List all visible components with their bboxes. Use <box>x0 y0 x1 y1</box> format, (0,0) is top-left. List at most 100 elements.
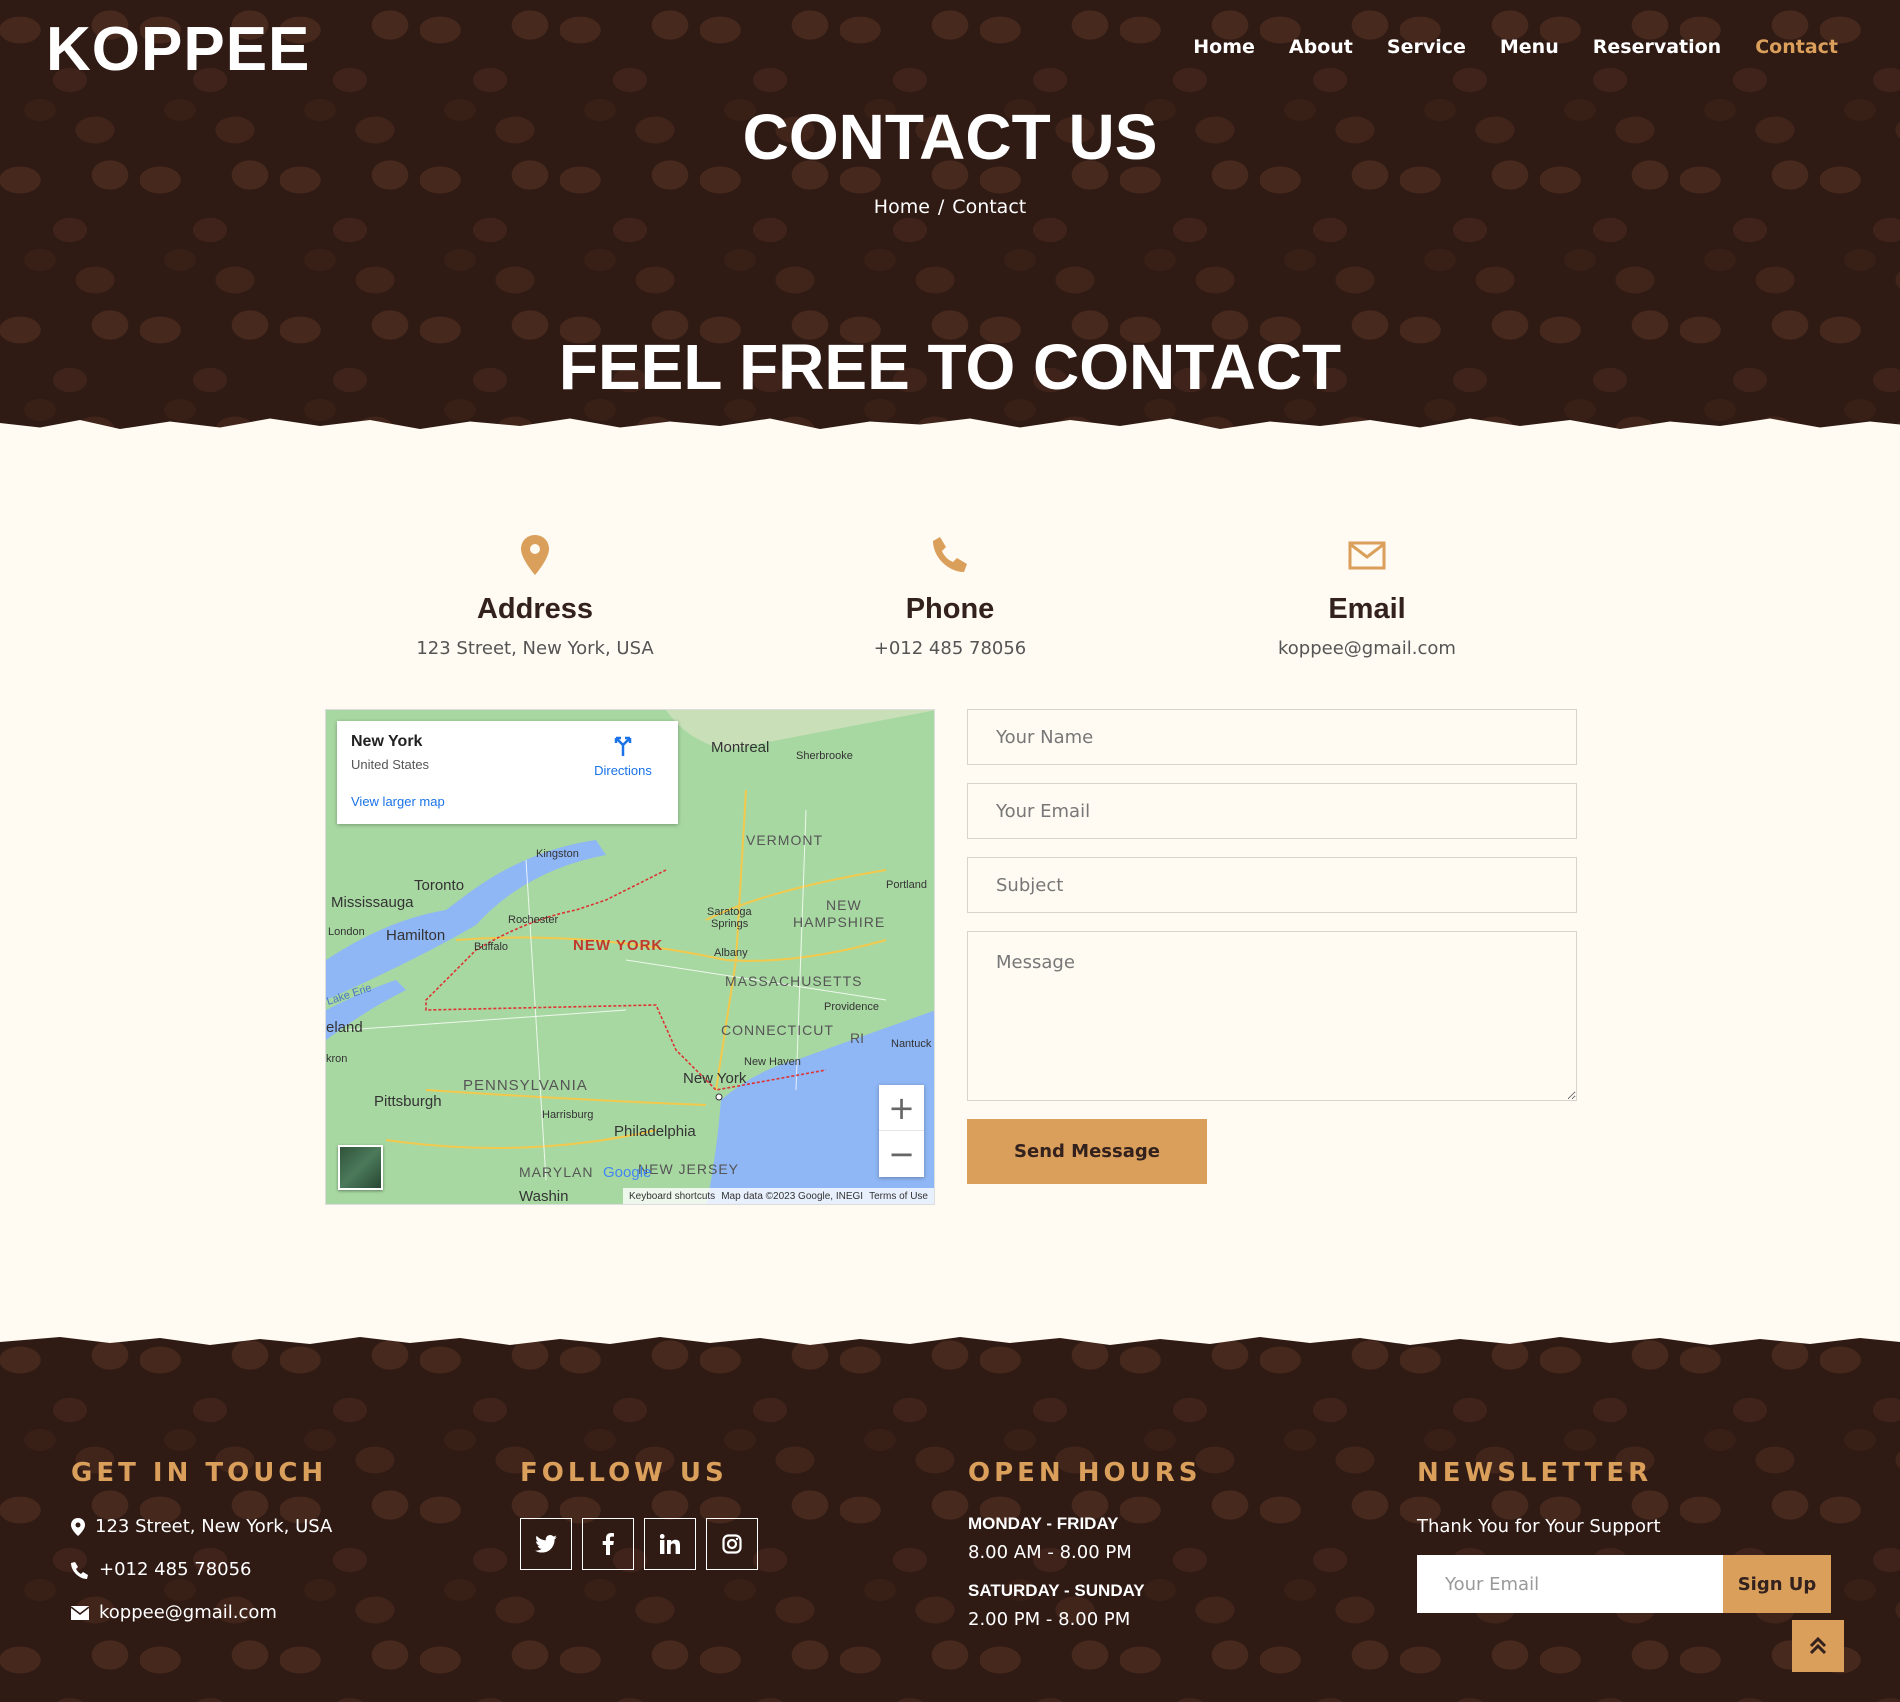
zoom-out-button[interactable]: − <box>879 1131 924 1177</box>
breadcrumb-separator: / <box>937 196 945 218</box>
map-data-text: Map data ©2023 Google, INEGI <box>721 1190 864 1202</box>
svg-text:Washin: Washin <box>519 1188 568 1205</box>
footer: GET IN TOUCH 123 Street, New York, USA +… <box>0 1330 1900 1702</box>
email-value: koppee@gmail.com <box>1278 638 1456 659</box>
svg-text:kron: kron <box>326 1053 347 1065</box>
weekday-hours: 8.00 AM - 8.00 PM <box>968 1542 1132 1563</box>
back-to-top-button[interactable] <box>1792 1620 1844 1672</box>
svg-text:PENNSYLVANIA: PENNSYLVANIA <box>463 1077 588 1094</box>
envelope-icon <box>71 1605 89 1620</box>
brand-logo[interactable]: KOPPEE <box>46 14 310 85</box>
sign-up-button[interactable]: Sign Up <box>1723 1555 1831 1613</box>
nav-about[interactable]: About <box>1289 36 1353 58</box>
svg-text:Harrisburg: Harrisburg <box>542 1109 593 1121</box>
get-in-touch-column: GET IN TOUCH 123 Street, New York, USA +… <box>71 1458 332 1623</box>
phone-title: Phone <box>905 593 995 625</box>
newsletter-text: Thank You for Your Support <box>1417 1516 1661 1537</box>
breadcrumb-home[interactable]: Home <box>874 196 930 218</box>
linkedin-button[interactable] <box>644 1518 696 1570</box>
svg-text:Portland: Portland <box>886 879 927 891</box>
svg-text:CONNECTICUT: CONNECTICUT <box>721 1022 834 1038</box>
map-place-name: New York <box>351 733 423 750</box>
section-title: FEEL FREE TO CONTACT <box>558 331 1342 403</box>
weekday-label: MONDAY - FRIDAY <box>968 1514 1119 1533</box>
svg-text:New Haven: New Haven <box>744 1056 801 1068</box>
instagram-button[interactable] <box>706 1518 758 1570</box>
follow-us-column: FOLLOW US <box>520 1458 758 1570</box>
newsletter-form: Sign Up <box>1417 1555 1831 1613</box>
footer-address: 123 Street, New York, USA <box>71 1516 332 1537</box>
svg-text:Mississauga: Mississauga <box>331 894 414 911</box>
nav-reservation[interactable]: Reservation <box>1593 36 1721 58</box>
svg-text:Toronto: Toronto <box>414 877 464 894</box>
torn-edge <box>0 418 1900 444</box>
message-textarea[interactable] <box>967 931 1577 1101</box>
facebook-icon <box>602 1533 614 1555</box>
svg-text:NEW JERSEY: NEW JERSEY <box>638 1161 739 1177</box>
weekend-hours: 2.00 PM - 8.00 PM <box>968 1609 1131 1630</box>
breadcrumb: Home / Contact <box>0 196 1900 218</box>
map-place-card: New York United States View larger map D… <box>337 721 678 824</box>
svg-text:Buffalo: Buffalo <box>474 941 508 953</box>
newsletter-email-input[interactable] <box>1417 1555 1723 1613</box>
page-header: KOPPEE Home About Service Menu Reservati… <box>0 0 1900 444</box>
svg-text:Saratoga: Saratoga <box>707 906 753 918</box>
twitter-button[interactable] <box>520 1518 572 1570</box>
instagram-icon <box>722 1534 742 1554</box>
svg-text:Providence: Providence <box>824 1001 879 1013</box>
map-marker-icon <box>71 1517 85 1536</box>
svg-text:MARYLAN: MARYLAN <box>519 1164 593 1180</box>
address-value: 123 Street, New York, USA <box>416 638 654 659</box>
follow-us-title: FOLLOW US <box>520 1458 728 1488</box>
svg-text:Sherbrooke: Sherbrooke <box>796 750 853 762</box>
phone-icon <box>740 535 1160 581</box>
envelope-icon <box>1157 535 1577 581</box>
nav-service[interactable]: Service <box>1387 36 1466 58</box>
twitter-icon <box>535 1535 557 1553</box>
nav-contact[interactable]: Contact <box>1755 36 1838 58</box>
name-input[interactable] <box>967 709 1577 765</box>
directions-label: Directions <box>594 763 652 778</box>
email-input[interactable] <box>967 783 1577 839</box>
newsletter-title: NEWSLETTER <box>1417 1458 1653 1488</box>
svg-text:New York: New York <box>683 1070 747 1087</box>
zoom-in-button[interactable]: + <box>879 1085 924 1131</box>
keyboard-shortcuts-link[interactable]: Keyboard shortcuts <box>629 1191 715 1202</box>
contact-form: Send Message <box>967 709 1577 1184</box>
breadcrumb-current: Contact <box>952 196 1027 218</box>
double-chevron-up-icon <box>1809 1636 1827 1655</box>
view-larger-map-link[interactable]: View larger map <box>351 794 445 809</box>
svg-text:Springs: Springs <box>711 918 749 930</box>
svg-text:NEW YORK: NEW YORK <box>573 937 663 954</box>
linkedin-icon <box>660 1534 680 1554</box>
email-title: Email <box>1328 593 1406 625</box>
map-marker-icon <box>325 535 745 581</box>
phone-info: Phone +012 485 78056 <box>740 535 1160 659</box>
get-in-touch-title: GET IN TOUCH <box>71 1458 328 1488</box>
send-message-button[interactable]: Send Message <box>967 1119 1207 1184</box>
google-logo: Google <box>603 1164 651 1181</box>
nav-home[interactable]: Home <box>1193 36 1255 58</box>
footer-address-text: 123 Street, New York, USA <box>95 1516 333 1537</box>
svg-text:Rochester: Rochester <box>508 914 558 926</box>
footer-phone-text: +012 485 78056 <box>99 1559 252 1580</box>
svg-text:eland: eland <box>326 1019 363 1036</box>
page-title: CONTACT US <box>742 101 1158 173</box>
google-map[interactable]: Montreal Sherbrooke VERMONT Portland Kin… <box>325 709 935 1205</box>
main-nav: Home About Service Menu Reservation Cont… <box>1193 36 1838 58</box>
footer-email-text: koppee@gmail.com <box>99 1602 277 1623</box>
subject-input[interactable] <box>967 857 1577 913</box>
nav-menu[interactable]: Menu <box>1500 36 1559 58</box>
satellite-toggle[interactable] <box>338 1145 383 1190</box>
svg-text:RI: RI <box>850 1030 864 1046</box>
svg-text:NEW: NEW <box>826 897 862 913</box>
terms-link[interactable]: Terms of Use <box>869 1191 928 1202</box>
directions-button[interactable]: Directions <box>588 735 658 778</box>
facebook-button[interactable] <box>582 1518 634 1570</box>
svg-text:Montreal: Montreal <box>711 739 769 756</box>
svg-text:MASSACHUSETTS: MASSACHUSETTS <box>725 973 862 989</box>
svg-text:Nantuck: Nantuck <box>891 1038 932 1050</box>
newsletter-column: NEWSLETTER Thank You for Your Support Si… <box>1417 1458 1831 1613</box>
directions-icon <box>614 736 632 756</box>
open-hours-title: OPEN HOURS <box>968 1458 1202 1488</box>
